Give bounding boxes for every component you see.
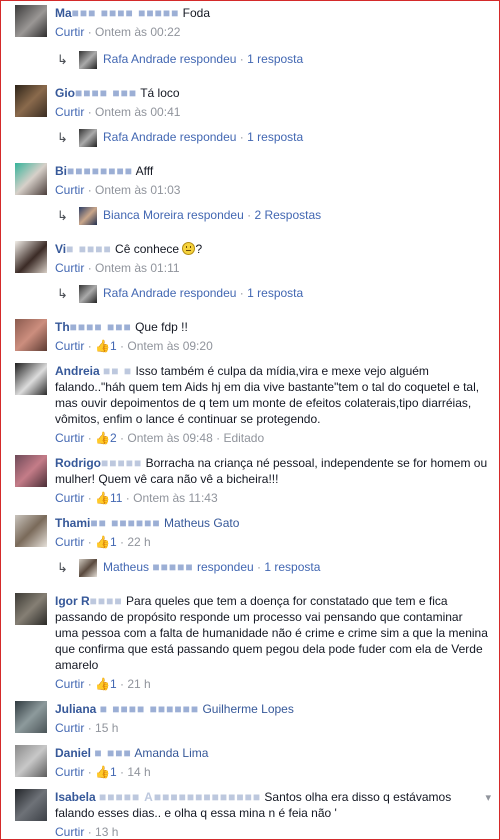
- redacted-name: ■■■■■: [101, 456, 143, 470]
- replies-link[interactable]: ↳ Bianca Moreira respondeu · 2 Respostas: [57, 205, 321, 225]
- like-button[interactable]: Curtir: [55, 721, 84, 735]
- edited-label: Editado: [223, 431, 265, 445]
- comment-author[interactable]: Ma: [55, 6, 72, 20]
- timestamp[interactable]: Ontem às 09:48: [127, 431, 212, 445]
- comment-author[interactable]: Isabela: [55, 790, 96, 804]
- timestamp[interactable]: 21 h: [127, 677, 150, 691]
- comment-author[interactable]: Th: [55, 320, 70, 334]
- like-button[interactable]: Curtir: [55, 183, 84, 197]
- like-count[interactable]: 1: [110, 339, 117, 353]
- redacted-name: ■ ■■■■: [66, 242, 112, 256]
- redacted-name: ■■ ■: [103, 364, 133, 378]
- thumbs-up-icon[interactable]: 👍: [95, 431, 110, 445]
- avatar[interactable]: [15, 701, 47, 733]
- timestamp[interactable]: Ontem às 00:22: [95, 25, 180, 39]
- replies-link[interactable]: ↳ Rafa Andrade respondeu · 1 resposta: [57, 127, 303, 147]
- replies-link[interactable]: ↳ Rafa Andrade respondeu · 1 resposta: [57, 49, 303, 69]
- avatar[interactable]: [15, 789, 47, 821]
- timestamp[interactable]: 22 h: [127, 535, 150, 549]
- timestamp[interactable]: 15 h: [95, 721, 118, 735]
- reply-arrow-icon: ↳: [57, 129, 68, 145]
- avatar[interactable]: [15, 745, 47, 777]
- replies-link[interactable]: ↳ Rafa Andrade respondeu · 1 resposta: [57, 283, 303, 303]
- comment-author[interactable]: Daniel: [55, 746, 91, 760]
- timestamp[interactable]: Ontem às 11:43: [133, 491, 218, 505]
- like-button[interactable]: Curtir: [55, 535, 84, 549]
- mentioned-user[interactable]: Guilherme Lopes: [202, 702, 293, 716]
- avatar[interactable]: [15, 241, 47, 273]
- like-button[interactable]: Curtir: [55, 825, 84, 839]
- redacted-name: ■■■■■ A■■■■■■■■■■■■■: [99, 790, 262, 804]
- thumbs-up-icon[interactable]: 👍: [95, 491, 110, 505]
- comment-text: Foda: [182, 6, 211, 20]
- mentioned-user[interactable]: Matheus Gato: [164, 516, 239, 530]
- replies-link[interactable]: ↳ Matheus ■■■■■ respondeu · 1 resposta: [57, 557, 320, 577]
- redacted-name: ■ ■■■: [94, 746, 132, 760]
- avatar[interactable]: [15, 593, 47, 625]
- like-button[interactable]: Curtir: [55, 431, 84, 445]
- timestamp[interactable]: 14 h: [127, 765, 150, 779]
- like-button[interactable]: Curtir: [55, 765, 84, 779]
- timestamp[interactable]: Ontem às 00:41: [95, 105, 180, 119]
- timestamp[interactable]: Ontem às 01:03: [95, 183, 180, 197]
- comment-author[interactable]: Rodrigo: [55, 456, 101, 470]
- avatar: [79, 558, 97, 577]
- reply-arrow-icon: ↳: [57, 559, 68, 575]
- redacted-name: ■■ ■■■■■■: [90, 516, 161, 530]
- like-button[interactable]: Curtir: [55, 105, 84, 119]
- avatar[interactable]: [15, 319, 47, 351]
- avatar: [79, 284, 97, 303]
- redacted-name: ■■■ ■■■■ ■■■■■: [71, 6, 180, 20]
- redacted-name: ■■■■■■■■: [67, 164, 133, 178]
- like-button[interactable]: Curtir: [55, 677, 84, 691]
- comment-author[interactable]: Igor R: [55, 594, 90, 608]
- avatar[interactable]: [15, 5, 47, 37]
- thumbs-up-icon[interactable]: 👍: [95, 339, 110, 353]
- comment-text: Que fdp !!: [135, 320, 188, 334]
- avatar[interactable]: [15, 363, 47, 395]
- like-count[interactable]: 2: [110, 431, 117, 445]
- reply-arrow-icon: ↳: [57, 285, 68, 301]
- redacted-name: ■■■■ ■■■: [69, 320, 132, 334]
- timestamp[interactable]: Ontem às 01:11: [95, 261, 180, 275]
- like-count[interactable]: 1: [110, 535, 117, 549]
- thumbs-up-icon[interactable]: 👍: [95, 535, 110, 549]
- avatar[interactable]: [15, 163, 47, 195]
- avatar: [79, 206, 97, 225]
- redacted-name: ■■■■: [89, 594, 123, 608]
- comment-text: Tá loco: [140, 86, 180, 100]
- like-button[interactable]: Curtir: [55, 339, 84, 353]
- reply-arrow-icon: ↳: [57, 51, 68, 67]
- redacted-name: ■■■■■: [152, 560, 194, 574]
- comment-author[interactable]: Andreia: [55, 364, 100, 378]
- like-count[interactable]: 1: [110, 677, 117, 691]
- comment-author[interactable]: Bi: [55, 164, 67, 178]
- mentioned-user[interactable]: Amanda Lima: [134, 746, 208, 760]
- redacted-name: ■ ■■■■ ■■■■■■: [99, 702, 200, 716]
- comment-author[interactable]: Gio: [55, 86, 75, 100]
- comment-author[interactable]: Vi: [55, 242, 66, 256]
- chevron-down-icon[interactable]: ▾: [485, 791, 491, 804]
- timestamp[interactable]: 13 h: [95, 825, 118, 839]
- avatar[interactable]: [15, 455, 47, 487]
- like-button[interactable]: Curtir: [55, 25, 84, 39]
- avatar[interactable]: [15, 515, 47, 547]
- comment-text: Cê conhece: [115, 242, 180, 256]
- timestamp[interactable]: Ontem às 09:20: [127, 339, 212, 353]
- avatar: [79, 50, 97, 69]
- comment-author[interactable]: Thami: [55, 516, 90, 530]
- like-button[interactable]: Curtir: [55, 261, 84, 275]
- avatar: [79, 128, 97, 147]
- comment-author[interactable]: Juliana: [55, 702, 96, 716]
- smiley-icon: [182, 242, 196, 255]
- thumbs-up-icon[interactable]: 👍: [95, 677, 110, 691]
- comment-text: Afff: [135, 164, 154, 178]
- avatar[interactable]: [15, 85, 47, 117]
- thumbs-up-icon[interactable]: 👍: [95, 765, 110, 779]
- like-button[interactable]: Curtir: [55, 491, 84, 505]
- like-count[interactable]: 11: [110, 491, 122, 505]
- redacted-name: ■■■■ ■■■: [75, 86, 138, 100]
- reply-arrow-icon: ↳: [57, 207, 68, 223]
- like-count[interactable]: 1: [110, 765, 117, 779]
